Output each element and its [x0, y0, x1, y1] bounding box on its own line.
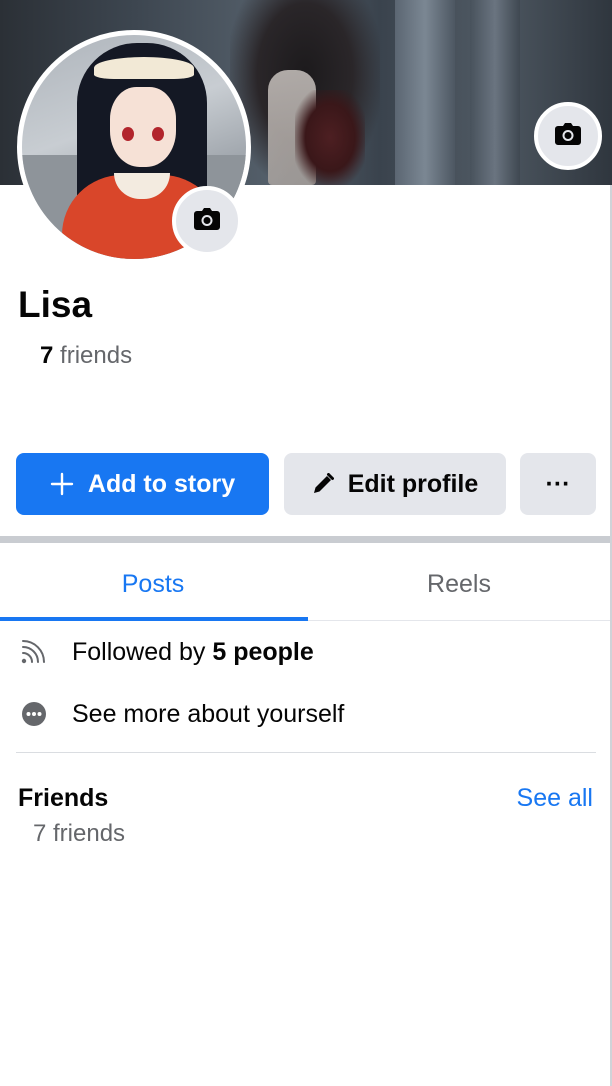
- followed-by-row[interactable]: Followed by 5 people: [18, 632, 314, 672]
- rss-feed-icon: [18, 636, 50, 668]
- cover-camera-button[interactable]: [534, 102, 602, 170]
- avatar-eye: [152, 127, 164, 141]
- see-all-friends-link[interactable]: See all: [517, 784, 593, 813]
- tab-posts[interactable]: Posts: [0, 548, 306, 620]
- see-more-about-row[interactable]: See more about yourself: [18, 694, 344, 734]
- pencil-icon: [312, 473, 334, 495]
- active-tab-indicator: [0, 617, 308, 621]
- add-to-story-button[interactable]: Add to story: [16, 453, 269, 515]
- camera-icon: [555, 122, 581, 150]
- friends-count-number: 7: [40, 342, 54, 369]
- friends-count[interactable]: 7 friends: [40, 342, 132, 370]
- avatar-eye: [122, 127, 134, 141]
- add-to-story-label: Add to story: [87, 469, 236, 498]
- details-divider: [16, 752, 596, 753]
- avatar-camera-button[interactable]: [172, 186, 242, 256]
- more-options-button[interactable]: ···: [520, 453, 596, 515]
- cover-pillar: [470, 0, 520, 185]
- followed-by-prefix: Followed by: [72, 637, 213, 666]
- followed-by-count: 5 people: [212, 637, 314, 666]
- tab-reels[interactable]: Reels: [306, 548, 612, 620]
- avatar-headband: [94, 57, 194, 79]
- edit-profile-button[interactable]: Edit profile: [284, 453, 506, 515]
- more-info-icon: [18, 698, 50, 730]
- ellipsis-icon: ···: [545, 469, 571, 498]
- plus-icon: [50, 472, 74, 496]
- see-more-label: See more about yourself: [72, 699, 345, 728]
- cover-pillar: [395, 0, 455, 185]
- friends-section-title: Friends: [18, 784, 109, 812]
- edit-profile-label: Edit profile: [347, 469, 479, 498]
- avatar-face: [110, 87, 176, 167]
- friends-count-label: friends: [60, 342, 133, 369]
- section-divider: [0, 536, 612, 543]
- profile-name: Lisa: [18, 284, 93, 325]
- friends-section-count: 7 friends: [33, 820, 126, 847]
- cover-figure-detail: [295, 90, 365, 185]
- camera-icon: [194, 207, 220, 235]
